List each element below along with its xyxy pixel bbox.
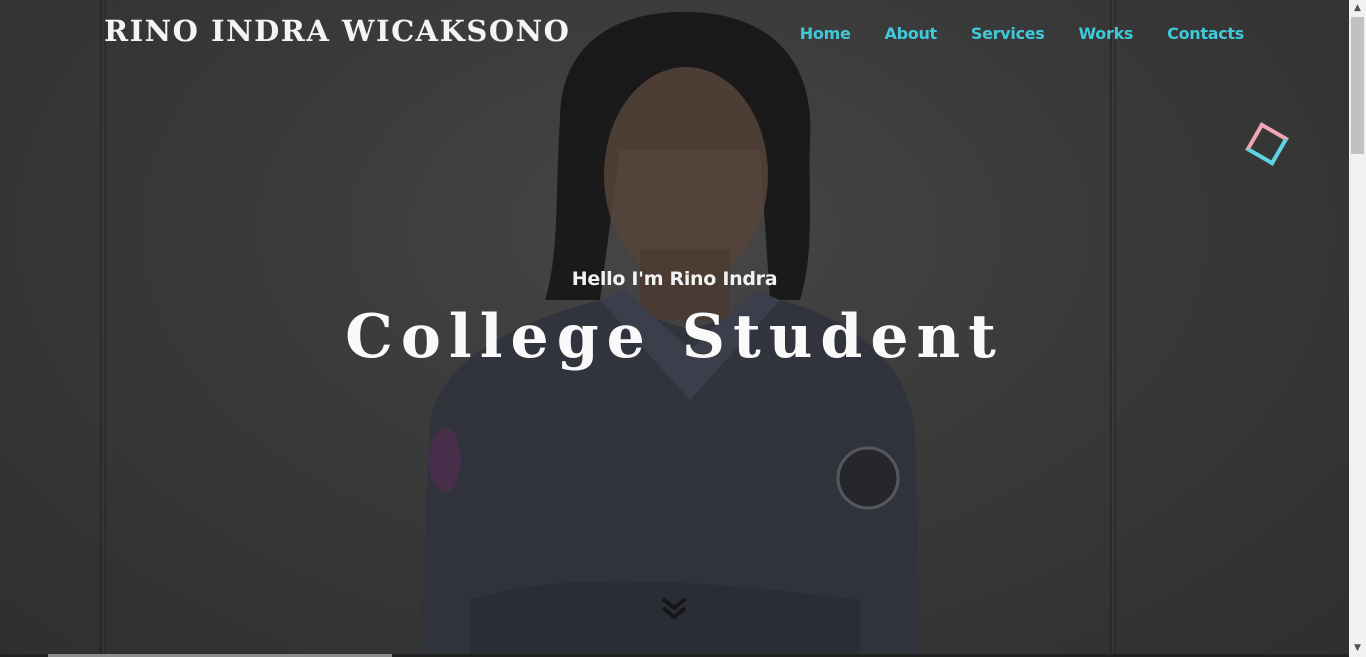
nav-about[interactable]: About [885,24,938,43]
hero-greeting: Hello I'm Rino Indra [571,268,778,290]
double-chevron-down-icon[interactable] [660,595,688,623]
nav-contacts[interactable]: Contacts [1167,24,1244,43]
scroll-up-arrow-icon[interactable]: ▲ [1349,0,1366,17]
site-brand[interactable]: RINO INDRA WICAKSONO [104,14,570,48]
vertical-scrollbar[interactable]: ▲ ▼ [1349,0,1366,657]
hero-section: RINO INDRA WICAKSONO Home About Services… [0,0,1349,657]
nav-services[interactable]: Services [971,24,1045,43]
hero-role-title: College Student [345,302,1004,372]
scroll-down-arrow-icon[interactable]: ▼ [1349,640,1366,657]
nav-home[interactable]: Home [800,24,851,43]
scrollbar-thumb[interactable] [1351,17,1364,154]
main-nav: Home About Services Works Contacts [800,24,1245,43]
nav-works[interactable]: Works [1079,24,1134,43]
